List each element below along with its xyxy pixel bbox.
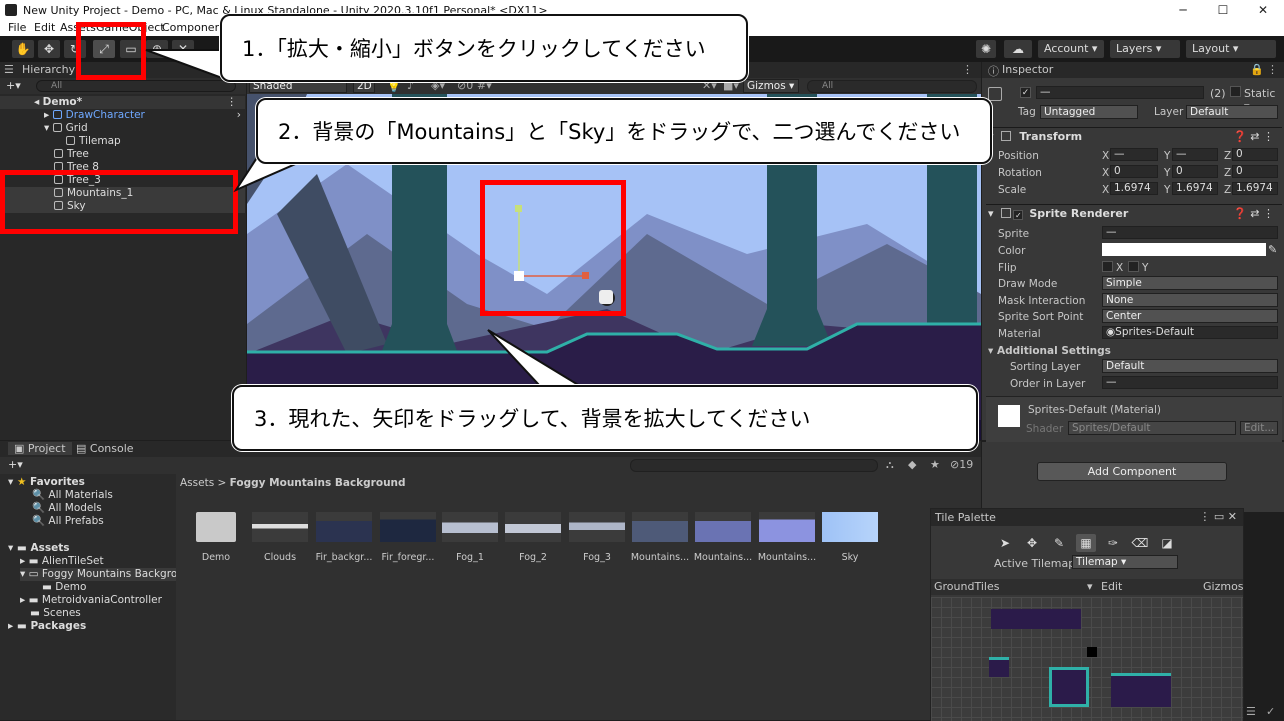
callout3-pointer [487, 329, 584, 387]
callout-step-2: 2．背景の「Mountains」と「Sky」をドラッグで、二つ選んでください [256, 98, 992, 164]
callout-step-1: 1．「拡大・縮小」ボタンをクリックしてください [220, 14, 748, 82]
callout-step-3: 3．現れた、矢印をドラッグして、背景を拡大してください [232, 385, 978, 451]
callout1-pointer [145, 49, 223, 80]
